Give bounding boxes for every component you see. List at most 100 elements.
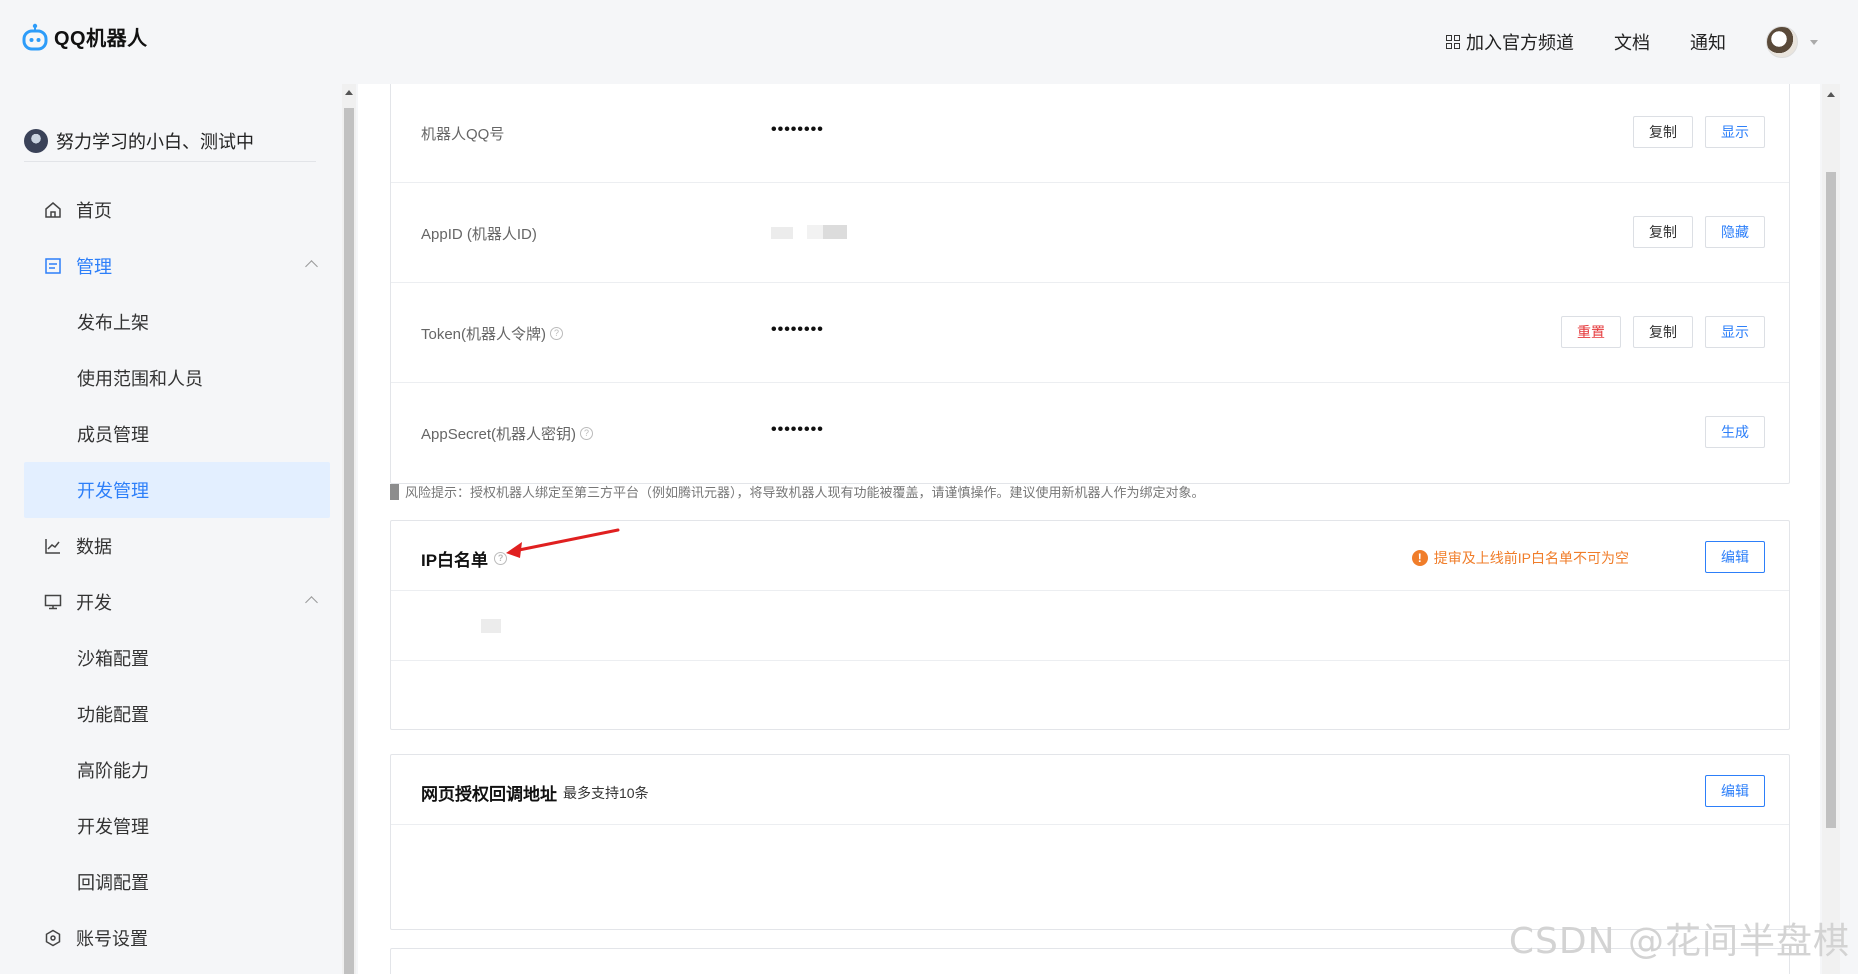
oauth-callback-card: 网页授权回调地址 最多支持10条 编辑 (390, 754, 1790, 930)
sidebar-scrollbar[interactable] (342, 84, 356, 974)
sidebar-item-dev[interactable]: 开发 (24, 574, 330, 630)
sidebar-item-sandbox[interactable]: 沙箱配置 (24, 630, 330, 686)
sidebar-item-label: 账号设置 (76, 929, 148, 949)
credential-row-appsecret: AppSecret(机器人密钥)? •••••••• 生成 (391, 383, 1789, 483)
chevron-up-icon (305, 260, 318, 273)
manage-icon (45, 258, 61, 274)
reset-token-button[interactable]: 重置 (1561, 316, 1621, 348)
warning-icon: ! (1411, 550, 1428, 566)
user-menu[interactable] (1766, 26, 1818, 58)
account-switcher[interactable]: 努力学习的小白、测试中 (24, 120, 316, 162)
ip-redacted-block (481, 619, 501, 633)
risk-tip-marker (390, 483, 399, 500)
show-token-button[interactable]: 显示 (1705, 316, 1765, 348)
caret-down-icon (1810, 39, 1818, 45)
hide-appid-button[interactable]: 隐藏 (1705, 216, 1765, 248)
robot-logo-icon (22, 23, 48, 50)
sidebar-item-label: 数据 (76, 537, 112, 557)
oauth-callback-header: 网页授权回调地址 最多支持10条 编辑 (391, 755, 1789, 825)
sidebar-item-dev-manage[interactable]: 开发管理 (24, 462, 330, 518)
top-nav: 加入官方频道 文档 通知 (1446, 26, 1818, 58)
account-name: 努力学习的小白、测试中 (56, 131, 254, 152)
annotation-arrow-icon (506, 528, 620, 558)
chart-icon (45, 539, 60, 554)
appid-redacted-block (771, 227, 793, 239)
token-value: •••••••• (771, 321, 824, 338)
copy-qq-button[interactable]: 复制 (1633, 116, 1693, 148)
copy-appid-button[interactable]: 复制 (1633, 216, 1693, 248)
account-avatar (24, 128, 48, 153)
credential-row-qq: 机器人QQ号 •••••••• 复制 显示 (391, 84, 1789, 183)
help-icon[interactable]: ? (580, 427, 594, 440)
join-channel-link[interactable]: 加入官方频道 (1446, 29, 1574, 55)
qq-bot-logo[interactable]: QQ机器人 (22, 22, 148, 51)
sidebar-item-account-settings[interactable]: 账号设置 (24, 910, 330, 966)
sidebar-item-callback[interactable]: 回调配置 (24, 854, 330, 910)
notify-label: 通知 (1690, 33, 1726, 53)
chevron-up-icon (305, 596, 318, 609)
watermark: CSDN @花间半盘棋 (1508, 921, 1850, 962)
appsecret-label: AppSecret(机器人密钥)? (421, 423, 594, 444)
sidebar-item-label: 开发 (76, 593, 112, 613)
appid-redacted-block (807, 225, 847, 239)
join-channel-label: 加入官方频道 (1466, 33, 1574, 53)
scrollbar-thumb[interactable] (344, 108, 354, 974)
grid-icon (1446, 35, 1460, 49)
notify-link[interactable]: 通知 (1690, 29, 1726, 55)
credential-row-appid: AppID (机器人ID) 复制 隐藏 (391, 183, 1789, 283)
warning-text: 提审及上线前IP白名单不可为空 (1433, 550, 1629, 566)
top-header: QQ机器人 加入官方频道 文档 通知 (0, 0, 1858, 84)
scroll-up-arrow-icon[interactable] (1827, 92, 1835, 97)
help-icon[interactable]: ? (550, 327, 564, 340)
settings-hex-icon (45, 929, 61, 947)
sidebar-item-label: 高阶能力 (77, 761, 149, 781)
docs-label: 文档 (1614, 33, 1650, 53)
edit-oauth-callback-button[interactable]: 编辑 (1705, 775, 1765, 807)
sidebar-item-label: 首页 (76, 201, 112, 221)
monitor-icon (44, 594, 62, 610)
oauth-callback-title: 网页授权回调地址 (421, 785, 557, 804)
sidebar-item-label: 开发管理 (77, 481, 149, 501)
logo-text: QQ机器人 (54, 28, 148, 50)
sidebar-menu: 首页 管理 发布上架 使用范围和人员 成员管理 开发管理 数据 开发 沙箱配置 … (24, 182, 330, 966)
edit-ip-whitelist-button[interactable]: 编辑 (1705, 541, 1765, 573)
credentials-card: 机器人QQ号 •••••••• 复制 显示 AppID (机器人ID) 复制 隐… (390, 84, 1790, 484)
sidebar-item-label: 沙箱配置 (77, 649, 149, 669)
show-qq-button[interactable]: 显示 (1705, 116, 1765, 148)
generate-secret-button[interactable]: 生成 (1705, 416, 1765, 448)
ip-whitelist-title: IP白名单? (421, 546, 508, 571)
scrollbar-thumb[interactable] (1826, 172, 1836, 828)
sidebar-item-home[interactable]: 首页 (24, 182, 330, 238)
sidebar-item-manage[interactable]: 管理 (24, 238, 330, 294)
qq-number-label: 机器人QQ号 (421, 126, 505, 143)
appsecret-value: •••••••• (771, 421, 824, 438)
oauth-callback-note: 最多支持10条 (563, 785, 649, 801)
risk-tip: 风险提示：授权机器人绑定至第三方平台（例如腾讯元器），将导致机器人现有功能被覆盖… (390, 482, 1205, 501)
sidebar-item-members[interactable]: 成员管理 (24, 406, 330, 462)
home-icon (45, 202, 61, 218)
risk-tip-text: 风险提示：授权机器人绑定至第三方平台（例如腾讯元器），将导致机器人现有功能被覆盖… (405, 485, 1205, 500)
main-scrollbar[interactable] (1822, 84, 1840, 974)
sidebar-item-publish[interactable]: 发布上架 (24, 294, 330, 350)
sidebar: 努力学习的小白、测试中 首页 管理 发布上架 使用范围和人员 成员管理 开发管理… (0, 84, 340, 974)
sidebar-item-dev-manage-2[interactable]: 开发管理 (24, 798, 330, 854)
credential-row-token: Token(机器人令牌)? •••••••• 重置 复制 显示 (391, 283, 1789, 383)
ip-whitelist-warning: ! 提审及上线前IP白名单不可为空 (1411, 548, 1629, 568)
scroll-up-arrow-icon[interactable] (345, 90, 353, 95)
copy-token-button[interactable]: 复制 (1633, 316, 1693, 348)
sidebar-item-scope[interactable]: 使用范围和人员 (24, 350, 330, 406)
sidebar-item-label: 管理 (76, 257, 112, 277)
sidebar-item-label: 使用范围和人员 (77, 369, 203, 389)
appid-label: AppID (机器人ID) (421, 226, 537, 243)
sidebar-item-data[interactable]: 数据 (24, 518, 330, 574)
sidebar-item-label: 功能配置 (77, 705, 149, 725)
sidebar-item-label: 开发管理 (77, 817, 149, 837)
ip-whitelist-entry (391, 591, 1789, 661)
token-label: Token(机器人令牌)? (421, 323, 564, 344)
sidebar-item-advanced[interactable]: 高阶能力 (24, 742, 330, 798)
docs-link[interactable]: 文档 (1614, 29, 1650, 55)
avatar (1766, 26, 1798, 58)
sidebar-item-features[interactable]: 功能配置 (24, 686, 330, 742)
sidebar-item-label: 发布上架 (77, 313, 149, 333)
qq-number-value: •••••••• (771, 121, 824, 138)
